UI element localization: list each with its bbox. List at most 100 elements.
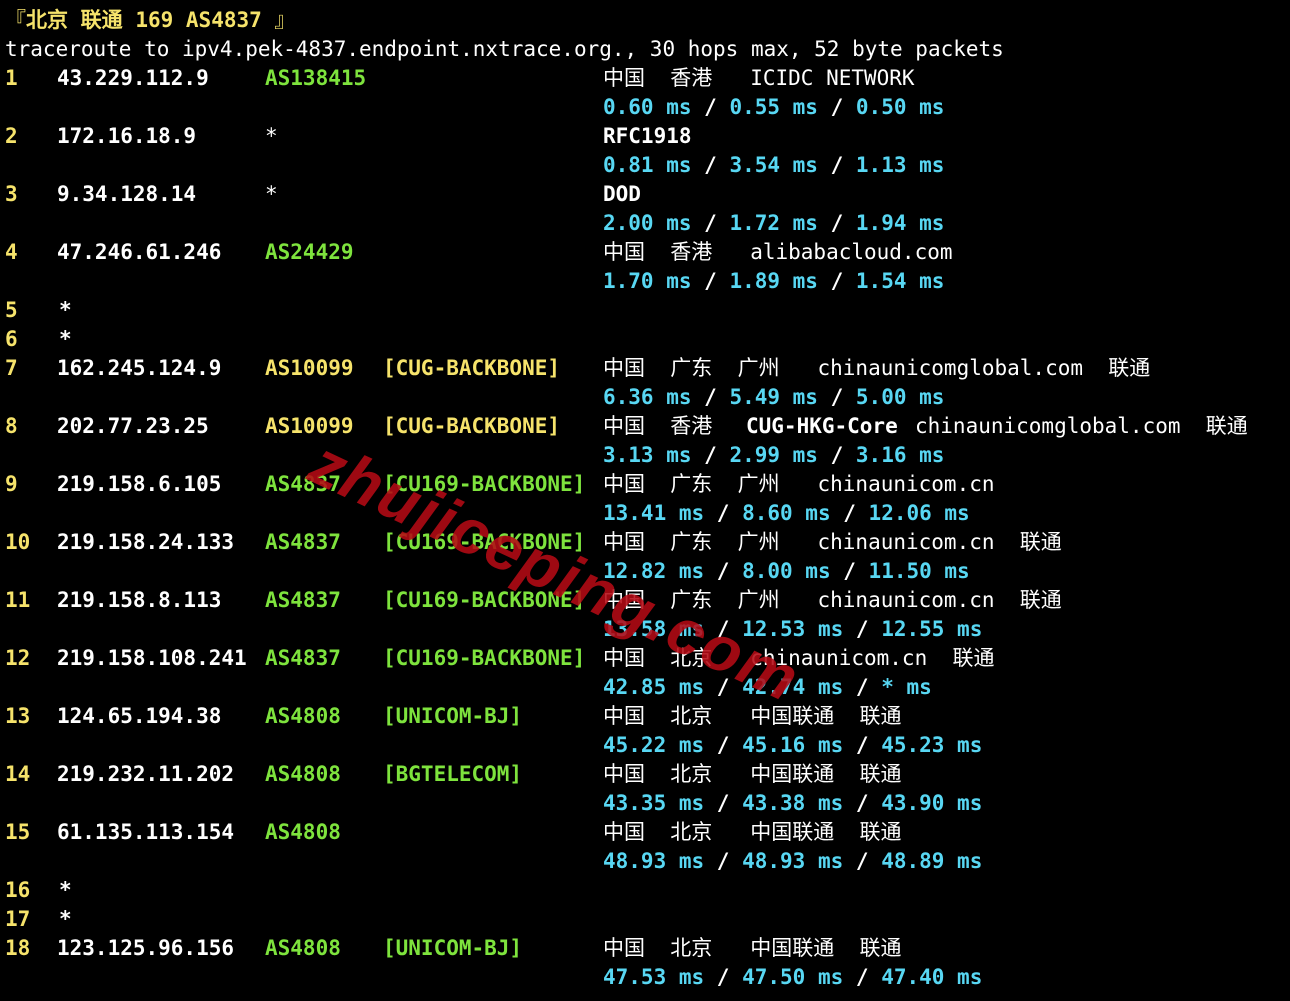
hop-number: 12 [5, 646, 31, 670]
hop-asn: AS10099 [265, 356, 354, 380]
rtt-value: * ms [881, 675, 932, 699]
hop-asn: AS10099 [265, 414, 354, 438]
rtt-value: 0.60 ms [603, 95, 692, 119]
hop-timeout-star: * [59, 327, 72, 351]
rtt-value: 47.40 ms [881, 965, 983, 989]
title-asn: AS4837 [185, 8, 262, 32]
title-city: 北京 [26, 8, 68, 32]
rtt-value: 45.16 ms [742, 733, 844, 757]
rtt-separator: / [704, 675, 743, 699]
rtt-separator: / [691, 153, 730, 177]
hop-geo-router: CUG-HKG-Core [746, 414, 898, 438]
rtt-value: 2.00 ms [603, 211, 692, 235]
rtt-separator: / [817, 385, 856, 409]
rtt-separator: / [704, 559, 743, 583]
rtt-value: 45.23 ms [881, 733, 983, 757]
title-isp: 联通 [80, 8, 123, 32]
rtt-separator: / [817, 269, 856, 293]
rtt-separator: / [830, 559, 869, 583]
rtt-separator: / [817, 153, 856, 177]
hop-rtt-line: 12.82 ms / 8.00 ms / 11.50 ms [603, 557, 970, 586]
hop-geo-info: 中国 北京 中国联通 联通 [603, 762, 902, 786]
hop-ip: 219.158.8.113 [57, 588, 222, 612]
rtt-value: 12.82 ms [603, 559, 705, 583]
hop-network-tag: [CUG-BACKBONE] [383, 414, 561, 438]
hop-network-tag: [CU169-BACKBONE] [383, 530, 586, 554]
rtt-separator: / [704, 617, 743, 641]
hop-geo-info: 中国 北京 中国联通 联通 [603, 820, 902, 844]
hop-geo-info: 中国 北京 中国联通 联通 [603, 704, 902, 728]
rtt-separator: / [843, 733, 882, 757]
hop-timeout-star: * [59, 907, 72, 931]
hop-network-tag: [UNICOM-BJ] [383, 704, 523, 728]
hop-timeout-star: * [59, 878, 72, 902]
hop-number: 11 [5, 588, 31, 612]
rtt-value: 1.70 ms [603, 269, 692, 293]
rtt-separator: / [691, 443, 730, 467]
terminal-window[interactable]: 『北京 联通 169 AS4837 』 traceroute to ipv4.p… [0, 0, 1290, 1001]
hop-geo-info: 中国 北京 中国联通 联通 [603, 936, 902, 960]
hop-ip: 219.158.24.133 [57, 530, 235, 554]
hop-rtt-line: 2.00 ms / 1.72 ms / 1.94 ms [603, 209, 944, 238]
hop-network-tag: [CU169-BACKBONE] [383, 472, 586, 496]
rtt-value: 43.38 ms [742, 791, 844, 815]
rtt-separator: / [704, 791, 743, 815]
hop-ip: 162.245.124.9 [57, 356, 222, 380]
rtt-separator: / [817, 443, 856, 467]
rtt-value: 3.16 ms [855, 443, 945, 467]
hop-asn: AS4837 [265, 472, 341, 496]
hop-number: 15 [5, 820, 31, 844]
rtt-separator: / [817, 211, 856, 235]
hop-geo-region: 中国 香港 [603, 414, 738, 438]
hop-number: 4 [5, 240, 18, 264]
hop-rtt-line: 0.81 ms / 3.54 ms / 1.13 ms [603, 151, 944, 180]
hop-asn: AS4808 [265, 704, 341, 728]
hop-number: 5 [5, 298, 18, 322]
hop-geo-info: 中国 广东 广州 chinaunicom.cn [603, 472, 995, 496]
hop-asn: AS4837 [265, 588, 341, 612]
hop-number: 13 [5, 704, 31, 728]
rtt-value: 12.55 ms [881, 617, 983, 641]
hop-ip: 172.16.18.9 [57, 124, 197, 148]
traceroute-command-line: traceroute to ipv4.pek-4837.endpoint.nxt… [5, 37, 1004, 61]
hop-geo-domain: chinaunicomglobal.com 联通 [915, 414, 1248, 438]
hop-timeout-star: * [59, 298, 72, 322]
rtt-value: 8.00 ms [742, 559, 831, 583]
rtt-value: 5.49 ms [729, 385, 818, 409]
hop-geo-info: 中国 北京 chinaunicom.cn 联通 [603, 646, 995, 670]
rtt-value: 1.54 ms [855, 269, 945, 293]
hop-number: 7 [5, 356, 18, 380]
rtt-separator: / [691, 385, 730, 409]
hop-ip: 219.158.6.105 [57, 472, 222, 496]
rtt-value: 5.00 ms [855, 385, 945, 409]
rtt-separator: / [704, 965, 743, 989]
hop-network-tag: [CU169-BACKBONE] [383, 588, 586, 612]
rtt-separator: / [843, 675, 882, 699]
rtt-value: 8.60 ms [742, 501, 831, 525]
rtt-separator: / [704, 733, 743, 757]
rtt-value: 43.90 ms [881, 791, 983, 815]
rtt-value: 47.53 ms [603, 965, 705, 989]
rtt-separator: / [691, 269, 730, 293]
rtt-separator: / [704, 501, 743, 525]
hop-ip: 219.232.11.202 [57, 762, 235, 786]
hop-network-tag: [CUG-BACKBONE] [383, 356, 561, 380]
rtt-value: 2.99 ms [729, 443, 818, 467]
rtt-value: 11.50 ms [868, 559, 970, 583]
hop-geo-info: 中国 香港 alibabacloud.com [603, 240, 953, 264]
rtt-value: 48.93 ms [603, 849, 705, 873]
hop-number: 6 [5, 327, 18, 351]
hop-asn: AS138415 [265, 66, 367, 90]
hop-rtt-line: 47.53 ms / 47.50 ms / 47.40 ms [603, 963, 982, 992]
rtt-separator: / [817, 95, 856, 119]
hop-asn: AS4808 [265, 762, 341, 786]
rtt-separator: / [691, 95, 730, 119]
rtt-value: 1.89 ms [729, 269, 818, 293]
hop-number: 16 [5, 878, 31, 902]
hop-network-tag: [BGTELECOM] [383, 762, 523, 786]
hop-asn: AS24429 [265, 240, 354, 264]
hop-ip: 9.34.128.14 [57, 182, 197, 206]
hop-number: 10 [5, 530, 31, 554]
hop-network-tag: [CU169-BACKBONE] [383, 646, 586, 670]
hop-asn: * [265, 124, 278, 148]
